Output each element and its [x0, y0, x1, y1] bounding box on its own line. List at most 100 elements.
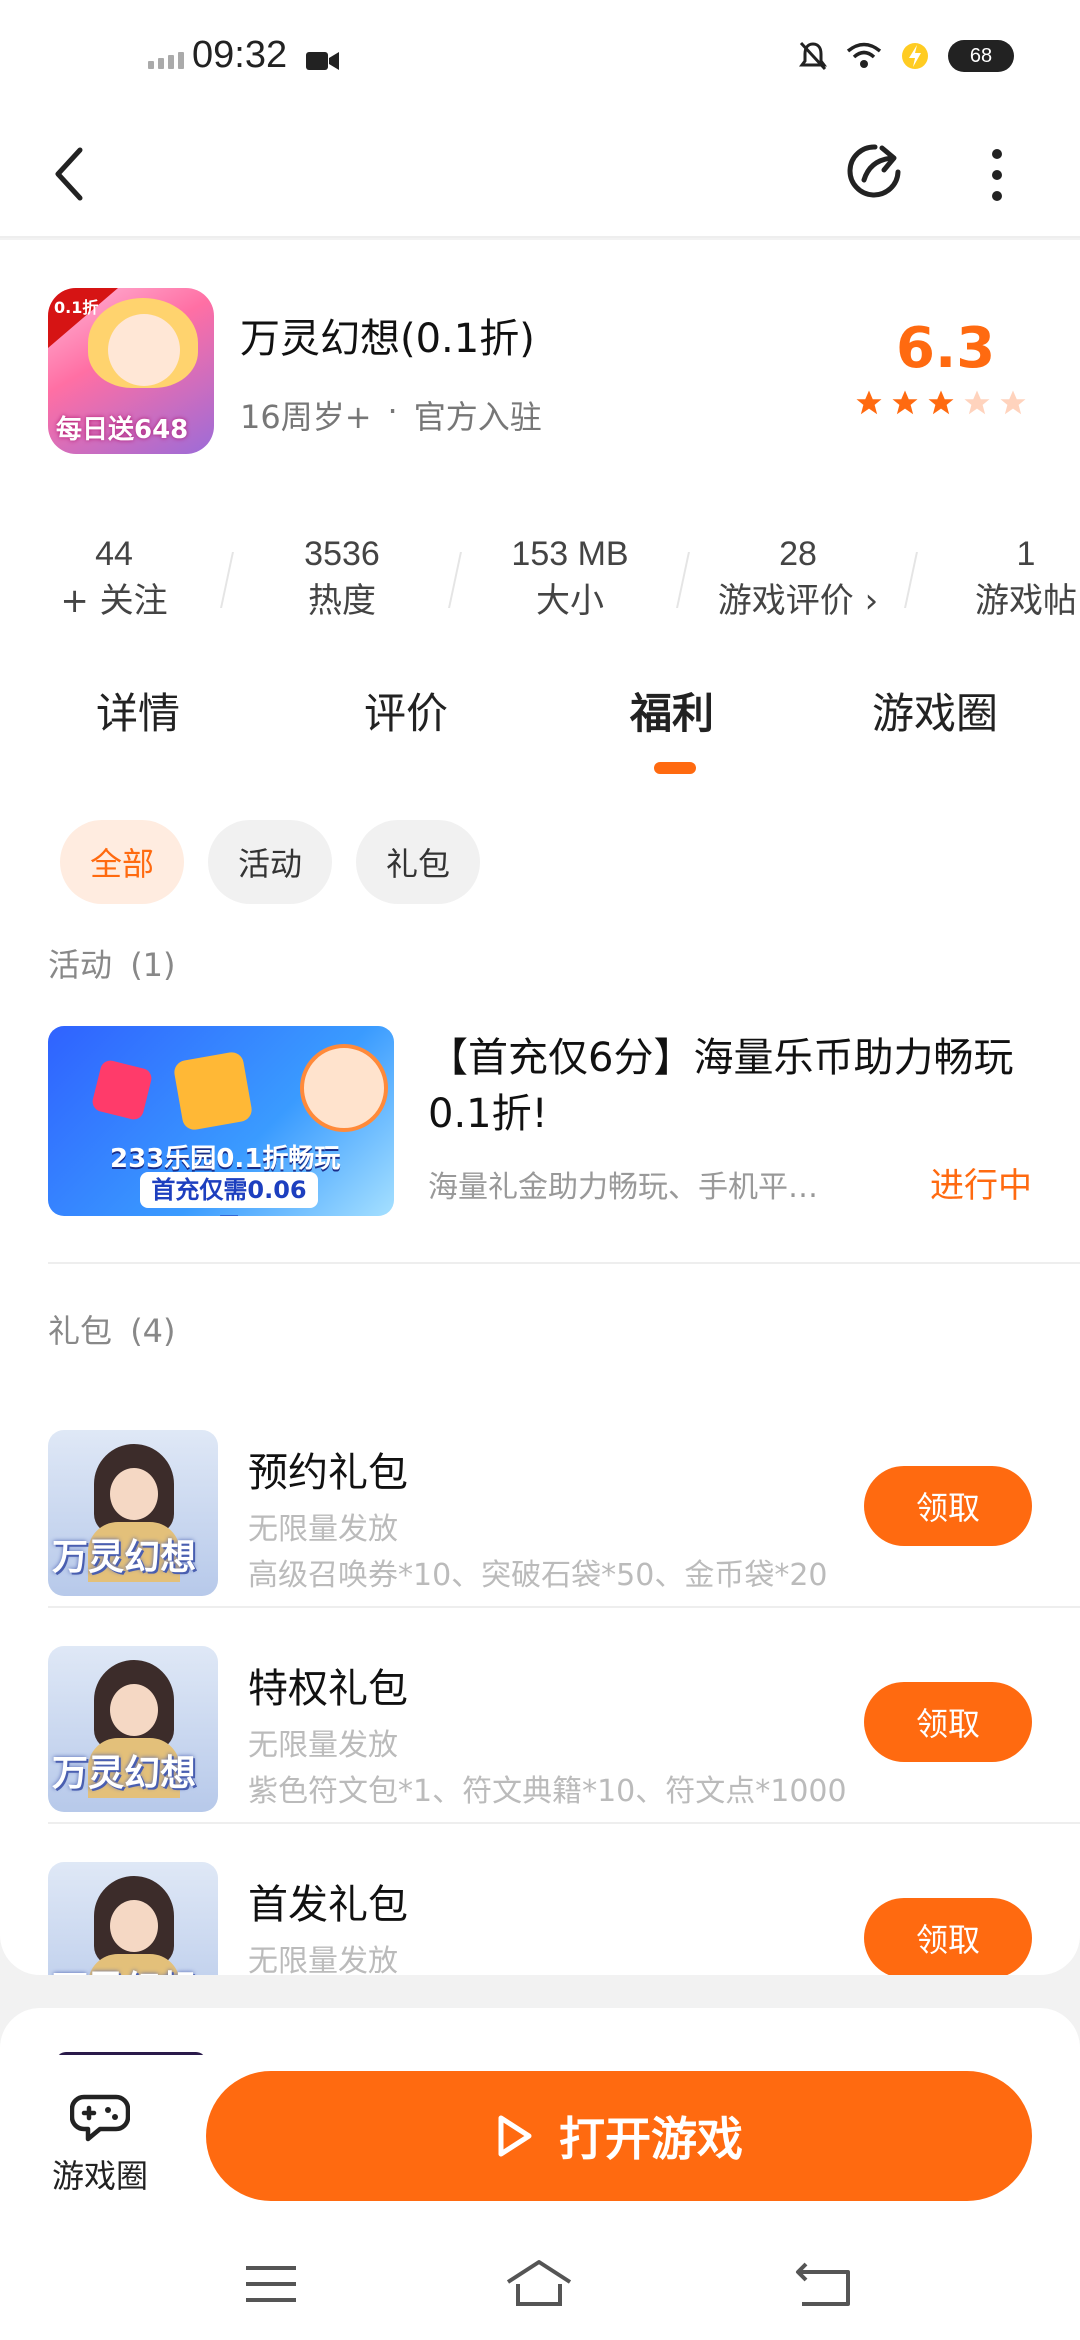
- activity-item[interactable]: 233乐园0.1折畅玩 首充仅需0.06元 【首充仅6分】海量乐币助力畅玩0.1…: [48, 1026, 1032, 1216]
- banner-line-1: 233乐园0.1折畅玩: [110, 1144, 341, 1174]
- section-divider: [48, 1262, 1080, 1264]
- star-icon: [856, 390, 882, 415]
- gift-item: 万灵幻想 特权礼包 无限量发放 紫色符文包*1、符文典籍*10、符文点*1000…: [48, 1616, 1032, 1830]
- section-label: 活动: [48, 946, 113, 984]
- stat-label: 游戏帖: [975, 581, 1077, 621]
- activity-status: 进行中: [930, 1166, 1032, 1206]
- status-bar: 09:32 68: [0, 0, 1080, 110]
- stat-heat: 3536 热度: [228, 530, 462, 640]
- tab-bar: 详情 评价 福利 游戏圈: [0, 680, 1080, 780]
- app-icon-badge: 0.1折: [54, 298, 99, 317]
- stat-reviews[interactable]: 28 游戏评价 ›: [684, 530, 918, 640]
- gamepad-icon: [69, 2094, 131, 2142]
- tab-game-circle[interactable]: 游戏圈: [872, 680, 998, 741]
- game-circle-label: 游戏圈: [51, 2157, 148, 2195]
- gift-item: 万灵幻想 预约礼包 无限量发放 高级召唤券*10、突破石袋*50、金币袋*20 …: [48, 1400, 1032, 1614]
- gift-image: 万灵幻想: [48, 1646, 218, 1812]
- active-tab-indicator: [654, 762, 696, 774]
- gift-items: 紫色符文包*1、符文典籍*10、符文点*1000: [248, 1774, 847, 1809]
- share-icon[interactable]: [840, 136, 910, 206]
- back-icon[interactable]: [790, 2254, 860, 2314]
- video-icon: [306, 52, 339, 70]
- home-icon[interactable]: [504, 2254, 574, 2314]
- claim-button[interactable]: 领取: [864, 1682, 1032, 1762]
- stat-label: 游戏评价 ›: [717, 581, 879, 621]
- gift-name: 预约礼包: [248, 1450, 408, 1496]
- gift-limit: 无限量发放: [248, 1512, 398, 1547]
- star-icon: [1000, 390, 1026, 415]
- section-label: 礼包: [48, 1312, 113, 1350]
- claim-button[interactable]: 领取: [864, 1466, 1032, 1546]
- stat-posts[interactable]: 1 游戏帖: [912, 530, 1080, 640]
- stat-value: 1: [1016, 535, 1036, 573]
- stat-value: 28: [779, 535, 817, 573]
- mute-bell-icon: [799, 41, 827, 71]
- app-title: 万灵幻想(0.1折): [240, 316, 535, 362]
- back-arrow-icon[interactable]: [46, 142, 96, 206]
- tab-details[interactable]: 详情: [96, 680, 180, 741]
- stat-label: 热度: [308, 581, 376, 621]
- signal-icon: [148, 52, 184, 69]
- status-icons: 68: [798, 40, 1014, 72]
- stat-label: + 关注: [60, 581, 168, 621]
- menu-icon[interactable]: [236, 2254, 306, 2314]
- more-options-icon[interactable]: [972, 140, 1022, 210]
- game-circle-button[interactable]: 游戏圈: [40, 2087, 160, 2207]
- charging-icon: [902, 43, 928, 69]
- gift-image: 万灵幻想: [48, 1862, 218, 1975]
- wifi-icon: [846, 42, 882, 68]
- battery-indicator: 68: [948, 40, 1014, 72]
- claim-button[interactable]: 领取: [864, 1898, 1032, 1975]
- gift-item: 万灵幻想 首发礼包 无限量发放 领取: [48, 1832, 1032, 1975]
- rating-stars: [854, 388, 1028, 418]
- gift-image-logo: 万灵幻想: [52, 1537, 197, 1578]
- gift-image: 万灵幻想: [48, 1430, 218, 1596]
- gift-name: 特权礼包: [248, 1666, 408, 1712]
- bottom-action-bar: 游戏圈 打开游戏: [0, 2055, 1080, 2230]
- activity-section-title: 活动 (1): [48, 940, 176, 986]
- stats-row: 44 + 关注 3536 热度 153 MB 大小 28 游戏评价 › 1 游戏…: [0, 530, 1080, 640]
- activity-title: 【首充仅6分】海量乐币助力畅玩0.1折!: [428, 1035, 1014, 1137]
- official-tag: 官方入驻: [413, 398, 542, 436]
- app-icon: 0.1折 每日送648: [48, 288, 214, 454]
- gift-section-title: 礼包 (4): [48, 1306, 176, 1352]
- tab-welfare[interactable]: 福利: [630, 680, 714, 741]
- star-icon: [892, 390, 918, 415]
- tab-reviews[interactable]: 评价: [364, 680, 448, 741]
- gift-image-logo: 万灵幻想: [52, 1960, 196, 1975]
- gift-divider: [48, 1606, 1080, 1608]
- gift-image-logo: 万灵幻想: [52, 1753, 197, 1794]
- star-icon: [928, 390, 954, 415]
- age-rating: 16周岁+: [240, 398, 372, 436]
- activity-desc: 海量礼金助力畅玩、手机平…: [428, 1170, 818, 1205]
- gift-divider: [48, 1822, 1080, 1824]
- section-count: (4): [130, 1312, 176, 1350]
- play-icon: [498, 2115, 532, 2157]
- section-count: (1): [130, 946, 176, 984]
- meta-separator: ·: [387, 392, 398, 430]
- banner-line-2: 首充仅需0.06元: [140, 1172, 318, 1216]
- open-game-label: 打开游戏: [559, 2112, 743, 2166]
- stat-follow[interactable]: 44 + 关注: [0, 530, 234, 640]
- app-icon-caption: 每日送648: [56, 415, 189, 445]
- gift-name: 首发礼包: [248, 1882, 408, 1928]
- star-icon: [964, 390, 990, 415]
- filter-gift[interactable]: 礼包: [356, 820, 481, 904]
- activity-banner-image: 233乐园0.1折畅玩 首充仅需0.06元: [48, 1026, 394, 1216]
- stat-value: 44: [95, 535, 133, 573]
- gift-limit: 无限量发放: [248, 1728, 398, 1763]
- game-detail-card: 0.1折 每日送648 万灵幻想(0.1折) 16周岁+ · 官方入驻 6.3 …: [0, 240, 1080, 1975]
- app-meta: 16周岁+ · 官方入驻: [240, 392, 542, 438]
- system-nav-bar: [0, 2230, 1080, 2340]
- stat-size: 153 MB 大小: [456, 530, 690, 640]
- stat-value: 153 MB: [511, 535, 629, 573]
- open-game-button[interactable]: 打开游戏: [206, 2071, 1032, 2201]
- gift-limit: 无限量发放: [248, 1944, 398, 1975]
- filter-all[interactable]: 全部: [60, 820, 185, 904]
- status-time: 09:32: [192, 34, 288, 76]
- filter-activity[interactable]: 活动: [208, 820, 333, 904]
- stat-value: 3536: [304, 535, 380, 573]
- top-navbar: [0, 110, 1080, 238]
- rating-score: 6.3: [896, 316, 996, 381]
- gift-items: 高级召唤券*10、突破石袋*50、金币袋*20: [248, 1558, 828, 1593]
